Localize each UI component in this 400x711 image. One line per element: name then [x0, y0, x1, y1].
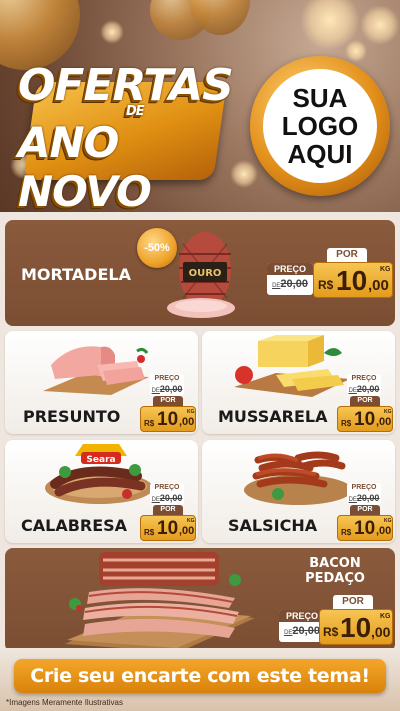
calabresa-brand: Seara — [86, 455, 115, 465]
cta-banner[interactable]: Crie seu encarte com este tema! — [14, 659, 386, 693]
price-cents: ,00 — [371, 624, 391, 640]
logo-text-line: LOGO — [281, 111, 359, 141]
new-price: R$ 10 ,00 KG — [337, 406, 393, 432]
currency: R$ — [341, 528, 352, 537]
unit: KG — [380, 266, 391, 273]
price-cents: ,00 — [376, 525, 392, 537]
logo-text-line: SUA — [292, 83, 348, 113]
flyer-page: OFERTAS DE ANO NOVO SUA LOGO AQUI MORTAD… — [0, 0, 400, 711]
title-line-2: ANO NOVO — [18, 118, 152, 212]
preco-label: PREÇO — [347, 374, 381, 383]
unit: KG — [384, 518, 392, 524]
product-card-calabresa: Seara CALABRESA PREÇO DE20,00 POR R$ 10 … — [5, 440, 198, 543]
old-price-box: PREÇO DE20,00 — [150, 374, 184, 396]
new-price: R$ 10 ,00 KG — [337, 515, 393, 541]
product-name-line2: PEDAÇO — [305, 571, 365, 586]
price-integer: 10 — [354, 518, 376, 539]
preco-label: PREÇO — [267, 263, 313, 275]
old-price: 20,00 — [159, 384, 183, 394]
currency: R$ — [341, 419, 352, 428]
por-label: POR — [333, 595, 373, 609]
price-integer: 10 — [157, 518, 179, 539]
new-price: R$ 10 ,00 KG — [313, 262, 393, 298]
price-integer: 10 — [157, 409, 179, 430]
product-card-presunto: PRESUNTO PREÇO DE20,00 POR R$ 10 ,00 KG — [5, 331, 198, 434]
product-name: MORTADELA — [21, 265, 131, 284]
old-price-box: PREÇO DE20,00 — [347, 483, 381, 505]
bokeh-light — [360, 5, 400, 45]
currency: R$ — [144, 419, 155, 428]
por-label: POR — [350, 396, 380, 406]
por-label: POR — [327, 248, 367, 262]
price-cents: ,00 — [179, 525, 195, 537]
product-name-line1: BACON — [309, 556, 361, 571]
logo-text-line: AQUI — [287, 139, 353, 169]
product-card-mortadela: MORTADELA -50% OURO PREÇO DE20,00 POR R$… — [5, 220, 395, 326]
por-label: POR — [153, 505, 183, 515]
product-card-bacon: BACON PEDAÇO PREÇO DE20,00 POR R$ 10 ,00… — [5, 548, 395, 652]
preco-label: PREÇO — [347, 483, 381, 492]
mortadela-image: OURO — [167, 232, 235, 318]
salsicha-image — [244, 451, 352, 505]
preco-label: PREÇO — [150, 374, 184, 383]
new-price: R$ 10 ,00 KG — [140, 515, 196, 541]
logo-placeholder: SUA LOGO AQUI — [250, 56, 390, 196]
price-cents: ,00 — [376, 416, 392, 428]
presunto-image — [43, 346, 149, 395]
old-price-box: PREÇO DE20,00 — [347, 374, 381, 396]
title-de: DE — [126, 104, 145, 119]
old-price-prefix: DE — [151, 497, 160, 503]
preco-label: PREÇO — [150, 483, 184, 492]
por-label: POR — [153, 396, 183, 406]
unit: KG — [380, 613, 391, 620]
old-price-prefix: DE — [348, 497, 357, 503]
old-price-prefix: DE — [348, 388, 357, 394]
price-integer: 10 — [354, 409, 376, 430]
currency: R$ — [318, 278, 334, 292]
disclaimer-text: *Imagens Meramente Ilustrativas — [6, 698, 123, 707]
price-integer: 10 — [336, 265, 368, 296]
new-price: R$ 10 ,00 KG — [319, 609, 393, 645]
logo-placeholder-inner: SUA LOGO AQUI — [263, 69, 377, 183]
price-cents: ,00 — [368, 277, 389, 294]
product-name: SALSICHA — [228, 516, 318, 535]
mussarela-image — [234, 335, 350, 397]
product-name: CALABRESA — [21, 516, 128, 535]
old-price: 20,00 — [159, 493, 183, 503]
bokeh-light — [345, 40, 367, 62]
mortadela-brand: OURO — [189, 268, 222, 279]
new-price: R$ 10 ,00 KG — [140, 406, 196, 432]
unit: KG — [187, 409, 195, 415]
price-cents: ,00 — [179, 416, 195, 428]
promo-title: OFERTAS DE ANO NOVO — [14, 60, 234, 212]
unit: KG — [187, 518, 195, 524]
currency: R$ — [323, 625, 339, 639]
old-price: 20,00 — [356, 384, 380, 394]
bokeh-light — [100, 20, 124, 44]
old-price-prefix: DE — [151, 388, 160, 394]
old-price-box: PREÇO DE20,00 — [267, 263, 313, 295]
calabresa-image: Seara — [45, 444, 153, 504]
price-integer: 10 — [340, 612, 372, 643]
product-card-salsicha: SALSICHA PREÇO DE20,00 POR R$ 10 ,00 KG — [202, 440, 395, 543]
bacon-image — [65, 552, 255, 652]
bokeh-light — [230, 160, 258, 188]
old-price: 20,00 — [280, 278, 308, 290]
header-banner: OFERTAS DE ANO NOVO SUA LOGO AQUI — [0, 0, 400, 212]
unit: KG — [384, 409, 392, 415]
product-name: MUSSARELA — [218, 407, 328, 426]
old-price-box: PREÇO DE20,00 — [150, 483, 184, 505]
old-price: 20,00 — [292, 625, 320, 637]
product-card-mussarela: MUSSARELA PREÇO DE20,00 POR R$ 10 ,00 KG — [202, 331, 395, 434]
old-price: 20,00 — [356, 493, 380, 503]
product-name: PRESUNTO — [23, 407, 121, 426]
currency: R$ — [144, 528, 155, 537]
por-label: POR — [350, 505, 380, 515]
